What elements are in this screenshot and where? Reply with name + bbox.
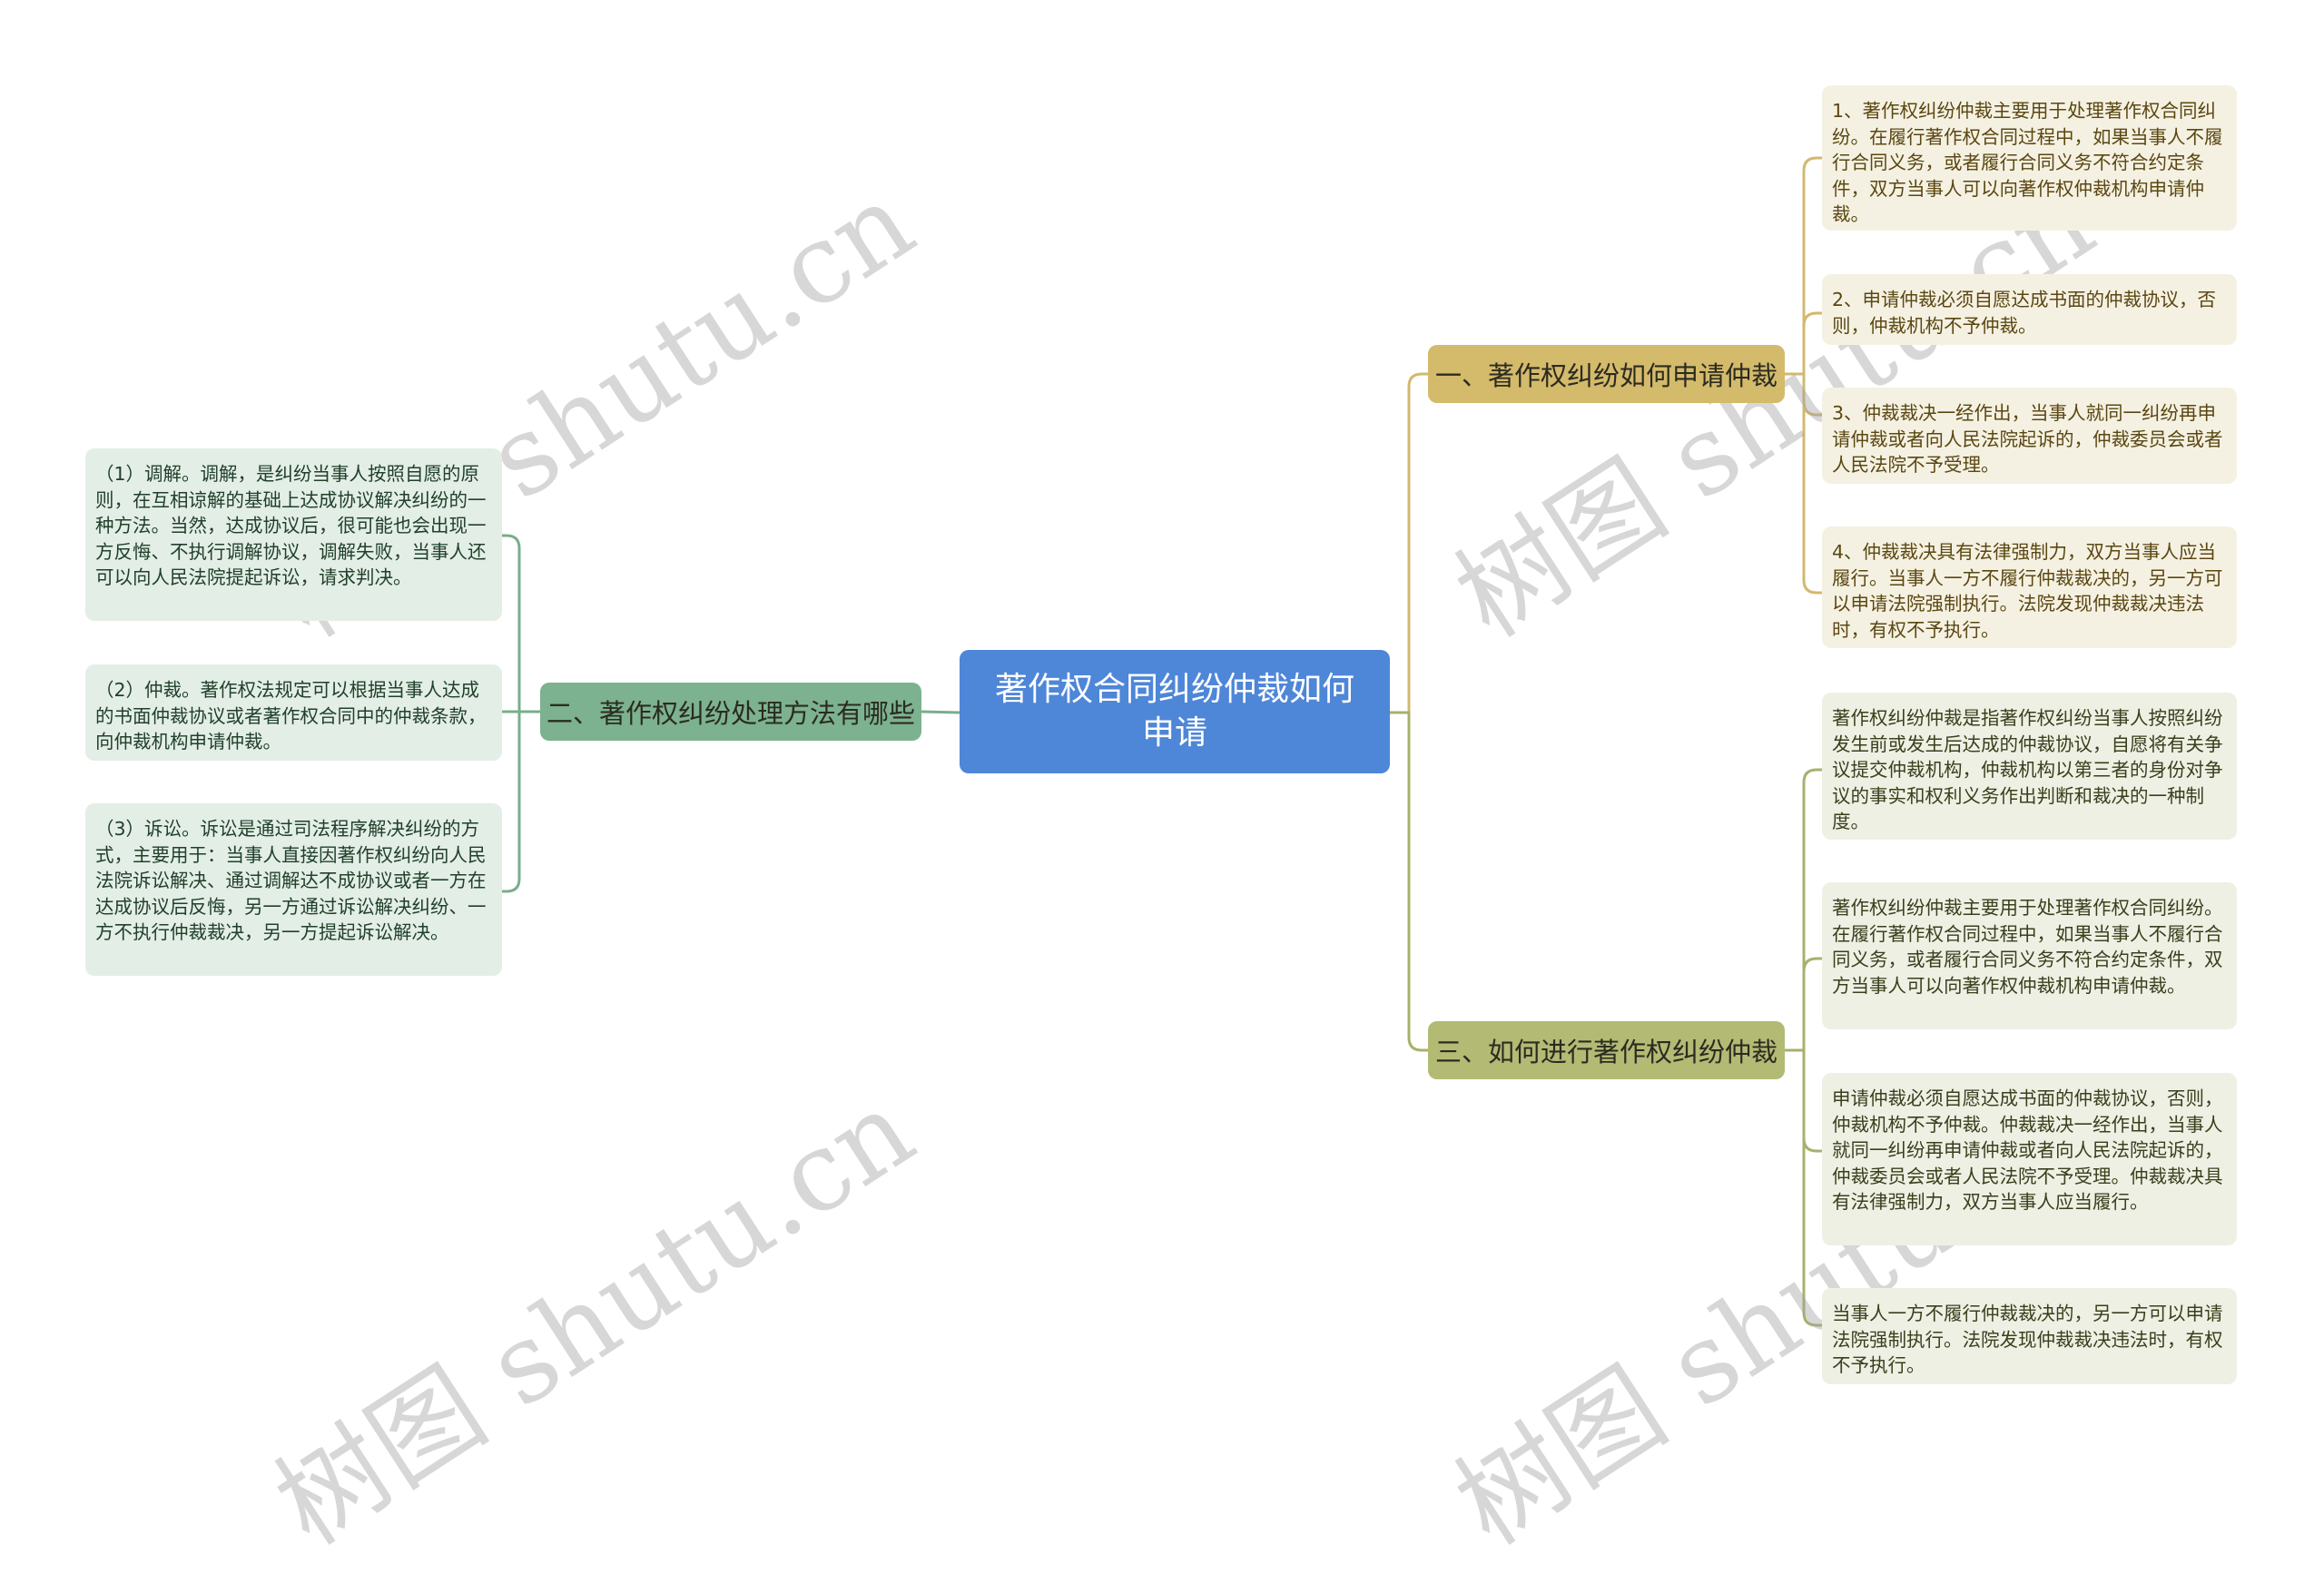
branch-2-leaf-line xyxy=(502,710,540,893)
leaf-topic-text: 当事人一方不履行仲裁裁决的，另一方可以申请法院强制执行。法院发现仲裁裁决违法时，… xyxy=(1832,1303,2223,1377)
leaf-topic[interactable]: 著作权纠纷仲裁是指著作权纠纷当事人按照纠纷发生前或发生后达成的仲裁协议，自愿将有… xyxy=(1822,693,2237,840)
branch-topic-label: 二、著作权纠纷处理方法有哪些 xyxy=(547,698,916,729)
leaf-topic[interactable]: （2）仲裁。著作权法规定可以根据当事人达成的书面仲裁协议或者著作权合同中的仲裁条… xyxy=(85,664,502,761)
branch-topic-2[interactable]: 二、著作权纠纷处理方法有哪些 xyxy=(540,683,921,741)
leaf-topic[interactable]: （1）调解。调解，是纠纷当事人按照自愿的原则，在互相谅解的基础上达成协议解决纠纷… xyxy=(85,448,502,621)
leaf-topic[interactable]: 2、申请仲裁必须自愿达成书面的仲裁协议，否则，仲裁机构不予仲裁。 xyxy=(1822,274,2237,345)
branch-3-leaf-line xyxy=(1785,957,1822,1052)
branch-topic-label: 三、如何进行著作权纠纷仲裁 xyxy=(1435,1037,1778,1067)
leaf-topic[interactable]: （3）诉讼。诉讼是通过司法程序解决纠纷的方式，主要用于：当事人直接因著作权纠纷向… xyxy=(85,803,502,976)
leaf-topic-text: 著作权纠纷仲裁是指著作权纠纷当事人按照纠纷发生前或发生后达成的仲裁协议，自愿将有… xyxy=(1832,707,2223,833)
leaf-topic[interactable]: 3、仲裁裁决一经作出，当事人就同一纠纷再申请仲裁或者向人民法院起诉的，仲裁委员会… xyxy=(1822,388,2237,484)
root-topic[interactable]: 著作权合同纠纷仲裁如何申请 xyxy=(960,650,1390,773)
leaf-topic-text: 1、著作权纠纷仲裁主要用于处理著作权合同纠纷。在履行著作权合同过程中，如果当事人… xyxy=(1832,100,2223,226)
root-to-branch-1-line xyxy=(1390,372,1428,714)
branch-3-leaf-line xyxy=(1785,1048,1822,1327)
leaf-topic[interactable]: 申请仲裁必须自愿达成书面的仲裁协议，否则，仲裁机构不予仲裁。仲裁裁决一经作出，当… xyxy=(1822,1073,2237,1245)
leaf-topic-text: 4、仲裁裁决具有法律强制力，双方当事人应当履行。当事人一方不履行仲裁裁决的，另一… xyxy=(1832,541,2223,641)
leaf-topic-text: （1）调解。调解，是纠纷当事人按照自愿的原则，在互相谅解的基础上达成协议解决纠纷… xyxy=(95,463,487,589)
root-to-branch-2-line xyxy=(921,710,960,714)
leaf-topic-text: 2、申请仲裁必须自愿达成书面的仲裁协议，否则，仲裁机构不予仲裁。 xyxy=(1832,289,2217,337)
branch-1-leaf-line xyxy=(1785,372,1822,595)
branch-topic-label: 一、著作权纠纷如何申请仲裁 xyxy=(1435,360,1778,391)
leaf-topic[interactable]: 4、仲裁裁决具有法律强制力，双方当事人应当履行。当事人一方不履行仲裁裁决的，另一… xyxy=(1822,526,2237,648)
branch-1-leaf-line xyxy=(1785,311,1822,376)
branch-topic-1[interactable]: 一、著作权纠纷如何申请仲裁 xyxy=(1428,345,1785,403)
leaf-topic[interactable]: 当事人一方不履行仲裁裁决的，另一方可以申请法院强制执行。法院发现仲裁裁决违法时，… xyxy=(1822,1288,2237,1384)
leaf-topic-text: 著作权纠纷仲裁主要用于处理著作权合同纠纷。在履行著作权合同过程中，如果当事人不履… xyxy=(1832,897,2223,997)
leaf-topic[interactable]: 著作权纠纷仲裁主要用于处理著作权合同纠纷。在履行著作权合同过程中，如果当事人不履… xyxy=(1822,882,2237,1029)
branch-topic-3[interactable]: 三、如何进行著作权纠纷仲裁 xyxy=(1428,1021,1785,1079)
leaf-topic-text: （2）仲裁。著作权法规定可以根据当事人达成的书面仲裁协议或者著作权合同中的仲裁条… xyxy=(95,679,487,753)
root-topic-label: 著作权合同纠纷仲裁如何申请 xyxy=(994,671,1354,752)
leaf-topic-text: 3、仲裁裁决一经作出，当事人就同一纠纷再申请仲裁或者向人民法院起诉的，仲裁委员会… xyxy=(1832,402,2223,477)
branch-2-leaf-line xyxy=(502,534,540,713)
leaf-topic-text: 申请仲裁必须自愿达成书面的仲裁协议，否则，仲裁机构不予仲裁。仲裁裁决一经作出，当… xyxy=(1832,1087,2223,1214)
leaf-topic[interactable]: 1、著作权纠纷仲裁主要用于处理著作权合同纠纷。在履行著作权合同过程中，如果当事人… xyxy=(1822,85,2237,231)
root-to-branch-3-line xyxy=(1390,711,1428,1052)
leaf-topic-text: （3）诉讼。诉讼是通过司法程序解决纠纷的方式，主要用于：当事人直接因著作权纠纷向… xyxy=(95,818,487,944)
mind-map-canvas: 树图 shutu.cn 树图 shutu.cn 树图 shutu.cn 树图 s… xyxy=(0,0,2324,1569)
